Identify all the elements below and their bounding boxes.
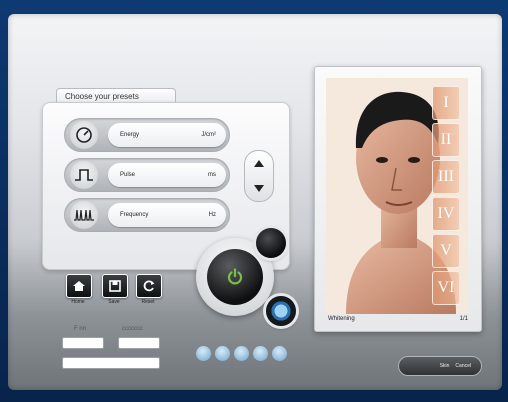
home-label: Home <box>71 299 85 305</box>
pulse-wave-icon <box>70 161 98 189</box>
treatment-name: Whitening <box>328 316 355 322</box>
save-button[interactable] <box>102 274 128 298</box>
preset-unit: J/cm² <box>201 132 216 138</box>
preset-row-frequency[interactable]: Frequency Hz <box>64 198 230 232</box>
globe-icon[interactable] <box>266 296 296 326</box>
skin-type-tabs: I II III IV V VI <box>432 86 460 308</box>
skin-type-tab[interactable]: VI <box>432 271 460 305</box>
presets-tab-label: Choose your presets <box>65 92 139 101</box>
power-button[interactable] <box>207 249 263 305</box>
action-right-label: Cancel <box>455 363 471 369</box>
reset-button[interactable] <box>136 274 162 298</box>
preset-row-energy[interactable]: Energy J/cm² <box>64 118 230 152</box>
progress-dot <box>196 346 211 361</box>
progress-dot <box>272 346 287 361</box>
skin-type-tab[interactable]: III <box>432 160 460 194</box>
frequency-icon <box>70 201 98 229</box>
progress-dot <box>253 346 268 361</box>
skin-type-tab[interactable]: V <box>432 234 460 268</box>
preset-row-pulse[interactable]: Pulse ms <box>64 158 230 192</box>
action-left-label: Skin <box>439 363 450 369</box>
preset-label: Frequency <box>120 212 149 218</box>
bottom-action-button[interactable]: Skin Cancel <box>398 356 482 376</box>
photo-counter: 1/1 <box>459 316 468 322</box>
skin-type-tab[interactable]: IV <box>432 197 460 231</box>
field-label-right: ccccccc <box>122 326 143 332</box>
home-button[interactable] <box>66 274 92 298</box>
preset-label: Energy <box>120 132 140 138</box>
arrow-up-icon[interactable] <box>254 160 264 167</box>
skin-type-tab[interactable]: I <box>432 86 460 120</box>
reset-icon <box>143 280 155 292</box>
save-label: Save <box>108 299 120 305</box>
progress-dot <box>215 346 230 361</box>
input-field-1[interactable] <box>62 337 104 349</box>
input-field-3[interactable] <box>62 357 160 369</box>
preset-label: Pulse <box>120 172 136 178</box>
scroll-arrows <box>244 150 274 202</box>
power-icon <box>227 268 243 285</box>
arrow-down-icon[interactable] <box>254 185 264 192</box>
frequency-value-field[interactable]: Frequency Hz <box>108 203 226 227</box>
photo-caption: Whitening 1/1 <box>328 316 468 322</box>
gauge-icon <box>70 121 98 149</box>
home-icon <box>73 281 85 291</box>
reset-label: Reset <box>141 299 155 305</box>
input-field-2[interactable] <box>118 337 160 349</box>
preset-unit: ms <box>208 172 216 178</box>
black-round-button[interactable] <box>256 228 286 258</box>
pulse-value-field[interactable]: Pulse ms <box>108 163 226 187</box>
save-icon <box>109 280 121 292</box>
progress-dot <box>234 346 249 361</box>
skin-type-tab[interactable]: II <box>432 123 460 157</box>
energy-value-field[interactable]: Energy J/cm² <box>108 123 226 147</box>
preset-unit: Hz <box>208 212 216 218</box>
field-label-left: F nn <box>74 326 87 332</box>
